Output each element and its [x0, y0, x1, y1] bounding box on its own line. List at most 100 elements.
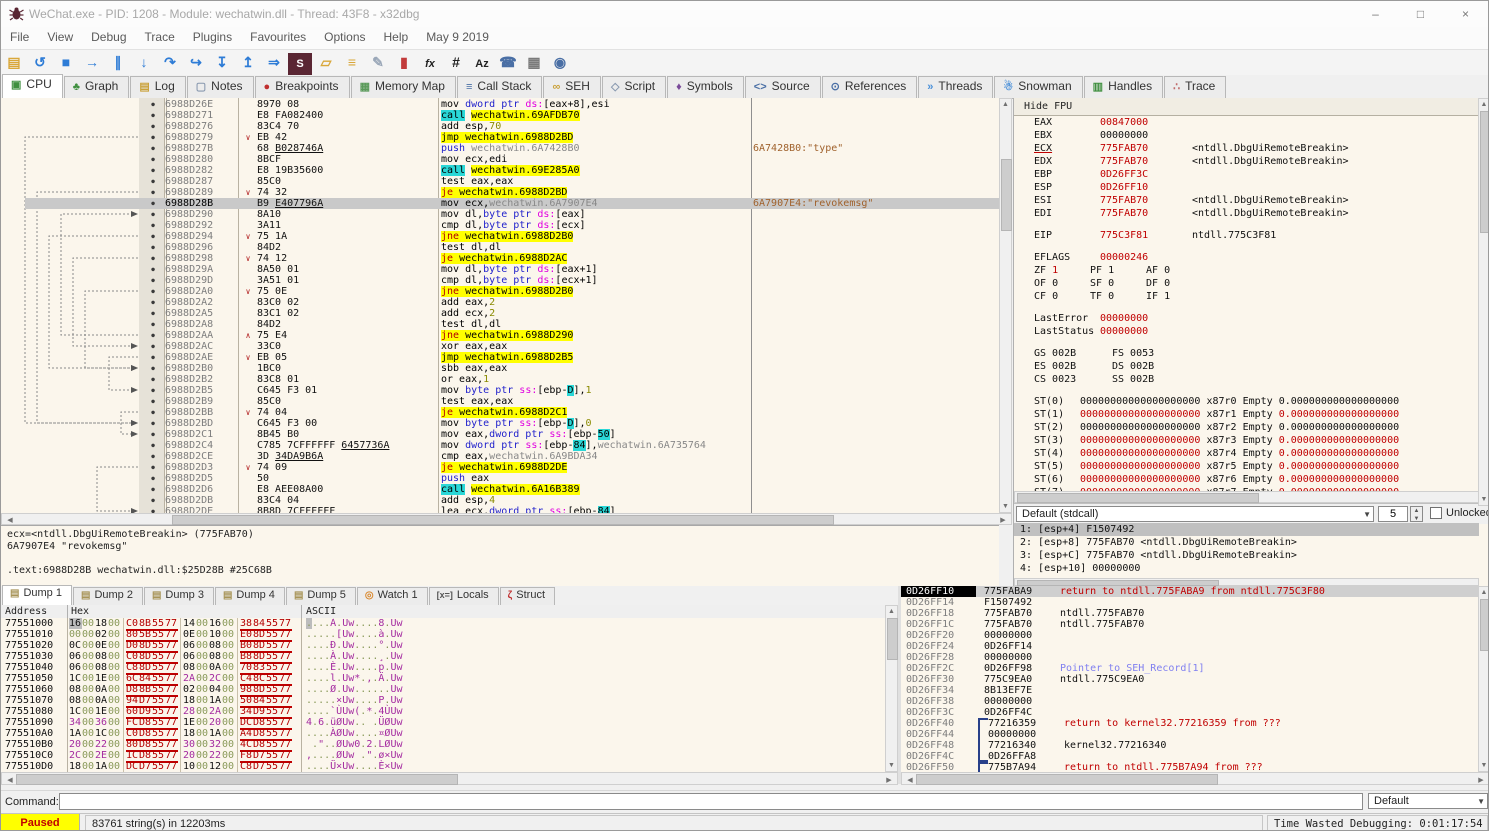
dump-row[interactable]: 775510501C001E006C8455772A002C00C48C5577… [1, 673, 885, 684]
tab-handles[interactable]: ▥Handles [1084, 76, 1163, 98]
disasm-row[interactable]: ●6988D2923A11cmp dl,byte ptr ds:[ecx] [1, 220, 999, 231]
breakpoint-dot[interactable]: ● [141, 121, 165, 132]
tab-log[interactable]: ▤Log [130, 76, 185, 98]
tab-breakpoints[interactable]: ●Breakpoints [255, 76, 350, 98]
dump-row[interactable]: 775510A01A001C00C0D8557718001A00A4D85577… [1, 728, 885, 739]
tab-dump-2[interactable]: ▤Dump 2 [73, 587, 143, 605]
register-row[interactable]: ES 002BDS 002B [1034, 360, 1479, 373]
stack-row[interactable]: 0D26FF240D26FF14 [901, 641, 1478, 652]
breakpoint-dot[interactable]: ● [141, 176, 165, 187]
register-row[interactable]: EDX775FAB70<ntdll.DbgUiRemoteBreakin> [1034, 155, 1479, 168]
menu-debug[interactable]: Debug [82, 27, 135, 47]
register-row[interactable]: EIP775C3F81ntdll.775C3F81 [1034, 229, 1479, 242]
breakpoint-dot[interactable]: ● [141, 385, 165, 396]
breakpoint-dot[interactable]: ● [141, 154, 165, 165]
tab-cpu[interactable]: ▣CPU [2, 74, 63, 98]
breakpoint-dot[interactable]: ● [141, 484, 165, 495]
tab-dump-4[interactable]: ▤Dump 4 [215, 587, 285, 605]
highlight-fx-icon[interactable]: fx [418, 53, 442, 75]
breakpoint-dot[interactable]: ● [141, 275, 165, 286]
disasm-row[interactable]: ●6988D2BB∨74 04je wechatwin.6988D2C1 [1, 407, 999, 418]
disasm-row[interactable]: ●6988D2B5C645 F3 01mov byte ptr ss:[ebp-… [1, 385, 999, 396]
help-icon[interactable]: ◉ [548, 51, 572, 73]
disasm-row[interactable]: ●6988D2A0∨75 0Ejne wechatwin.6988D2B0 [1, 286, 999, 297]
tab-notes[interactable]: ▢Notes [187, 76, 254, 98]
register-row[interactable]: EFLAGS00000246 [1034, 251, 1479, 264]
tab-dump-3[interactable]: ▤Dump 3 [144, 587, 214, 605]
menu-help[interactable]: Help [375, 27, 418, 47]
breakpoint-dot[interactable]: ● [141, 440, 165, 451]
tab-trace[interactable]: ∴Trace [1164, 76, 1226, 98]
disasm-row[interactable]: ●6988D29684D2test dl,dl [1, 242, 999, 253]
breakpoint-dot[interactable]: ● [141, 286, 165, 297]
command-input[interactable] [59, 793, 1363, 810]
dump-row[interactable]: 775510C02C002E001CD8557720002200F8D75577… [1, 750, 885, 761]
disasm-row[interactable]: ●6988D2AE∨EB 05jmp wechatwin.6988D2B5 [1, 352, 999, 363]
unlocked-checkbox[interactable] [1430, 507, 1442, 519]
register-row[interactable]: EDI775FAB70<ntdll.DbgUiRemoteBreakin> [1034, 207, 1479, 220]
disassembly-vscrollbar[interactable]: ▲ ▼ [999, 98, 1012, 513]
disasm-row[interactable]: ●6988D2BDC645 F3 00mov byte ptr ss:[ebp-… [1, 418, 999, 429]
stack-row[interactable]: 0D26FF3800000000 [901, 696, 1478, 707]
st-register-row[interactable]: ST(0)00000000000000000000 x87r0 Empty 0.… [1034, 395, 1479, 408]
disasm-row[interactable]: ●6988D2D3∨74 09je wechatwin.6988D2DE [1, 462, 999, 473]
breakpoint-dot[interactable]: ● [141, 352, 165, 363]
stack-row[interactable]: 0D26FF3C0D26FF4C [901, 707, 1478, 718]
breakpoint-dot[interactable]: ● [141, 506, 165, 513]
breakpoint-dot[interactable]: ● [141, 374, 165, 385]
run-to-user-code-icon[interactable]: ⇒ [262, 51, 286, 73]
stack-row[interactable]: 0D26FF14F1507492 [901, 597, 1478, 608]
stack-panel[interactable]: 0D26FF10775FABA9return to ntdll.775FABA9… [901, 586, 1478, 772]
disasm-row[interactable]: ●6988D2B283C8 01or eax,1 [1, 374, 999, 385]
register-row[interactable]: ECX775FAB70<ntdll.DbgUiRemoteBreakin> [1034, 142, 1479, 155]
disasm-row[interactable]: ●6988D271E8 FA082400call wechatwin.69AFD… [1, 110, 999, 121]
attach-icon[interactable]: ✎ [366, 51, 390, 73]
registers-vscrollbar[interactable]: ▲ ▼ [1478, 98, 1489, 506]
stop-icon[interactable]: ■ [54, 51, 78, 73]
disasm-row[interactable]: ●6988D2A283C0 02add eax,2 [1, 297, 999, 308]
breakpoint-dot[interactable]: ● [141, 220, 165, 231]
stack-row[interactable]: 0D26FF1C775FAB70ntdll.775FAB70 [901, 619, 1478, 630]
step-into-icon[interactable]: ↓ [132, 51, 156, 73]
breakpoint-dot[interactable]: ● [141, 418, 165, 429]
pause-icon[interactable]: ∥ [106, 51, 130, 73]
stack-row[interactable]: 0D26FF2800000000 [901, 652, 1478, 663]
menu-may-9-2019[interactable]: May 9 2019 [417, 27, 498, 47]
tab-source[interactable]: <>Source [745, 76, 821, 98]
stack-view-icon[interactable]: ≡ [340, 51, 364, 73]
open-file-icon[interactable]: ▤ [2, 51, 26, 73]
font-icon[interactable]: Az [470, 53, 494, 75]
calculator-icon[interactable]: ▦ [522, 51, 546, 73]
minimize-button[interactable]: – [1353, 1, 1398, 27]
st-register-row[interactable]: ST(6)00000000000000000000 x87r6 Empty 0.… [1034, 473, 1479, 486]
run-icon[interactable]: → [80, 51, 104, 73]
step-out-icon[interactable]: ↪ [184, 51, 208, 73]
arg-count-stepper[interactable]: ▲▼ [1410, 506, 1423, 522]
disasm-row[interactable]: ●6988D2C18B45 B0mov eax,dword ptr ss:[eb… [1, 429, 999, 440]
disasm-row[interactable]: ●6988D2B985C0test eax,eax [1, 396, 999, 407]
menu-trace[interactable]: Trace [136, 27, 184, 47]
disasm-row[interactable]: ●6988D2C4C785 7CFFFFFF 6457736Amov dword… [1, 440, 999, 451]
tab-references[interactable]: ⊙References [822, 76, 918, 98]
step-until-icon[interactable]: ↧ [210, 51, 234, 73]
disassembly-panel[interactable]: ●6988D26E8970 08mov dword ptr ds:[eax+8]… [1, 98, 999, 513]
disasm-row[interactable]: ●6988D2A884D2test dl,dl [1, 319, 999, 330]
breakpoint-dot[interactable]: ● [141, 264, 165, 275]
tab-call-stack[interactable]: ≡Call Stack [457, 76, 542, 98]
tab-watch-1[interactable]: ◎Watch 1 [357, 587, 428, 605]
stack-row[interactable]: 0D26FF2000000000 [901, 630, 1478, 641]
dump-hscrollbar[interactable]: ◀ ▶ [1, 772, 898, 785]
disasm-row[interactable]: ●6988D298∨74 12je wechatwin.6988D2AC [1, 253, 999, 264]
hide-fpu-button[interactable]: Hide FPU [1014, 98, 1489, 116]
menu-plugins[interactable]: Plugins [184, 27, 241, 47]
disasm-row[interactable]: ●6988D29D3A51 01cmp dl,byte ptr ds:[ecx+… [1, 275, 999, 286]
register-row[interactable]: EBX00000000 [1034, 129, 1479, 142]
breakpoint-dot[interactable]: ● [141, 462, 165, 473]
dump-row[interactable]: 7755109034003600FCD855771E002000DCD85577… [1, 717, 885, 728]
register-row[interactable]: CF 0TF 0IF 1 [1034, 290, 1479, 303]
tab-memory-map[interactable]: ▦Memory Map [351, 76, 456, 98]
close-button[interactable]: × [1443, 1, 1488, 27]
tab-seh[interactable]: ∞SEH [543, 76, 601, 98]
breakpoint-dot[interactable]: ● [141, 231, 165, 242]
disasm-row[interactable]: ●6988D289∨74 32je wechatwin.6988D2BD [1, 187, 999, 198]
